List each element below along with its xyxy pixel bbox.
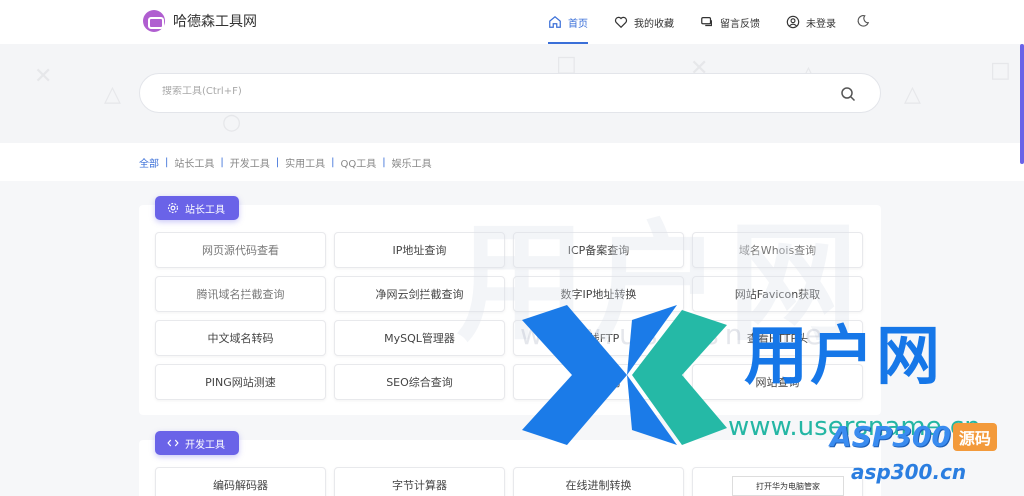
nav-item-login[interactable]: 未登录 — [786, 0, 836, 44]
tool-card[interactable]: 编码解码器 — [155, 467, 326, 496]
tool-card[interactable]: 网页源代码查看 — [155, 232, 326, 268]
tool-grid: 网页源代码查看 IP地址查询 ICP备案查询 域名Whois查询 腾讯域名拦截查… — [155, 232, 863, 400]
user-icon — [786, 15, 800, 29]
search-box — [139, 73, 881, 113]
tool-card[interactable]: MySQL管理器 — [334, 320, 505, 356]
category-separator: | — [382, 157, 386, 168]
heart-icon — [614, 16, 628, 29]
nav-label: 未登录 — [806, 18, 836, 30]
category-fun[interactable]: 娱乐工具 — [392, 155, 432, 170]
section-title: 站长工具 — [155, 196, 239, 220]
category-separator: | — [275, 157, 280, 168]
category-utility[interactable]: 实用工具 — [285, 155, 325, 170]
brand[interactable]: 哈德森工具网 — [143, 10, 257, 32]
system-tooltip[interactable]: 打开华为电脑管家 — [732, 476, 844, 496]
tool-card[interactable]: 网站查询 — [692, 364, 863, 400]
watermark-url-text: www.usersname.cn — [728, 412, 981, 442]
moon-icon[interactable] — [856, 14, 870, 28]
category-separator: | — [220, 157, 224, 168]
brand-name: 哈德森工具网 — [173, 14, 257, 30]
tool-card[interactable]: 数字IP地址转换 — [513, 276, 684, 312]
section-title-label: 站长工具 — [185, 204, 225, 216]
pattern-circle-icon: ○ — [222, 110, 242, 135]
tool-card[interactable]: 查看HTTP头 — [692, 320, 863, 356]
search-input[interactable] — [162, 86, 762, 97]
tool-card[interactable]: 在线FTP — [513, 320, 684, 356]
tool-card[interactable]: SEO综合查询 — [334, 364, 505, 400]
tool-card[interactable]: 腾讯域名拦截查询 — [155, 276, 326, 312]
nav-item-feedback[interactable]: 留言反馈 — [700, 0, 760, 44]
pattern-square-icon: □ — [990, 58, 1011, 83]
main-nav: 首页 我的收藏 留言反馈 未登录 — [548, 0, 862, 44]
tool-card[interactable]: 字节计算器 — [334, 467, 505, 496]
pattern-triangle-icon: △ — [104, 82, 121, 107]
category-bar: 全部 | 站长工具 | 开发工具 | 实用工具 | QQ工具 | 娱乐工具 — [0, 143, 1024, 181]
tool-card[interactable]: 域名Whois查询 — [692, 232, 863, 268]
search-icon[interactable] — [840, 86, 856, 102]
message-icon — [701, 17, 712, 27]
category-dev[interactable]: 开发工具 — [230, 155, 270, 170]
category-webmaster[interactable]: 站长工具 — [174, 155, 214, 170]
asp300-badge: 源码 — [952, 422, 997, 451]
category-separator: | — [331, 157, 335, 168]
top-header: 哈德森工具网 首页 我的收藏 留言反馈 未登录 — [0, 0, 1024, 44]
pattern-triangle-icon: △ — [904, 82, 921, 107]
category-separator: | — [165, 157, 169, 168]
tool-card[interactable]: PING网站测速 — [155, 364, 326, 400]
page-scrollbar[interactable] — [1020, 44, 1024, 164]
category-qq[interactable]: QQ工具 — [341, 155, 377, 170]
tool-card[interactable]: 中文域名转码 — [155, 320, 326, 356]
pattern-x-icon: ✕ — [34, 64, 53, 89]
tool-card[interactable]: 网站Favicon获取 — [692, 276, 863, 312]
tool-card[interactable]: IP地址查询 — [334, 232, 505, 268]
nav-label: 我的收藏 — [634, 18, 674, 30]
brand-logo-icon — [143, 10, 165, 32]
nav-item-home[interactable]: 首页 — [548, 0, 588, 44]
tool-card[interactable]: 在线进制转换 — [513, 467, 684, 496]
gear-icon — [167, 202, 179, 214]
nav-label: 留言反馈 — [720, 18, 760, 30]
nav-item-favorites[interactable]: 我的收藏 — [614, 0, 674, 44]
home-icon — [549, 15, 561, 28]
section-title-label: 开发工具 — [185, 439, 225, 451]
tool-card[interactable]: 净网云剑拦截查询 — [334, 276, 505, 312]
category-all[interactable]: 全部 — [139, 155, 159, 170]
section-webmaster-tools: 站长工具 网页源代码查看 IP地址查询 ICP备案查询 域名Whois查询 腾讯… — [139, 196, 881, 415]
tool-card[interactable]: 网站查询 — [513, 364, 684, 400]
code-icon — [167, 439, 179, 447]
nav-label: 首页 — [568, 18, 588, 30]
category-tabs: 全部 | 站长工具 | 开发工具 | 实用工具 | QQ工具 | 娱乐工具 — [139, 155, 432, 170]
section-title: 开发工具 — [155, 431, 239, 455]
tool-card[interactable]: ICP备案查询 — [513, 232, 684, 268]
